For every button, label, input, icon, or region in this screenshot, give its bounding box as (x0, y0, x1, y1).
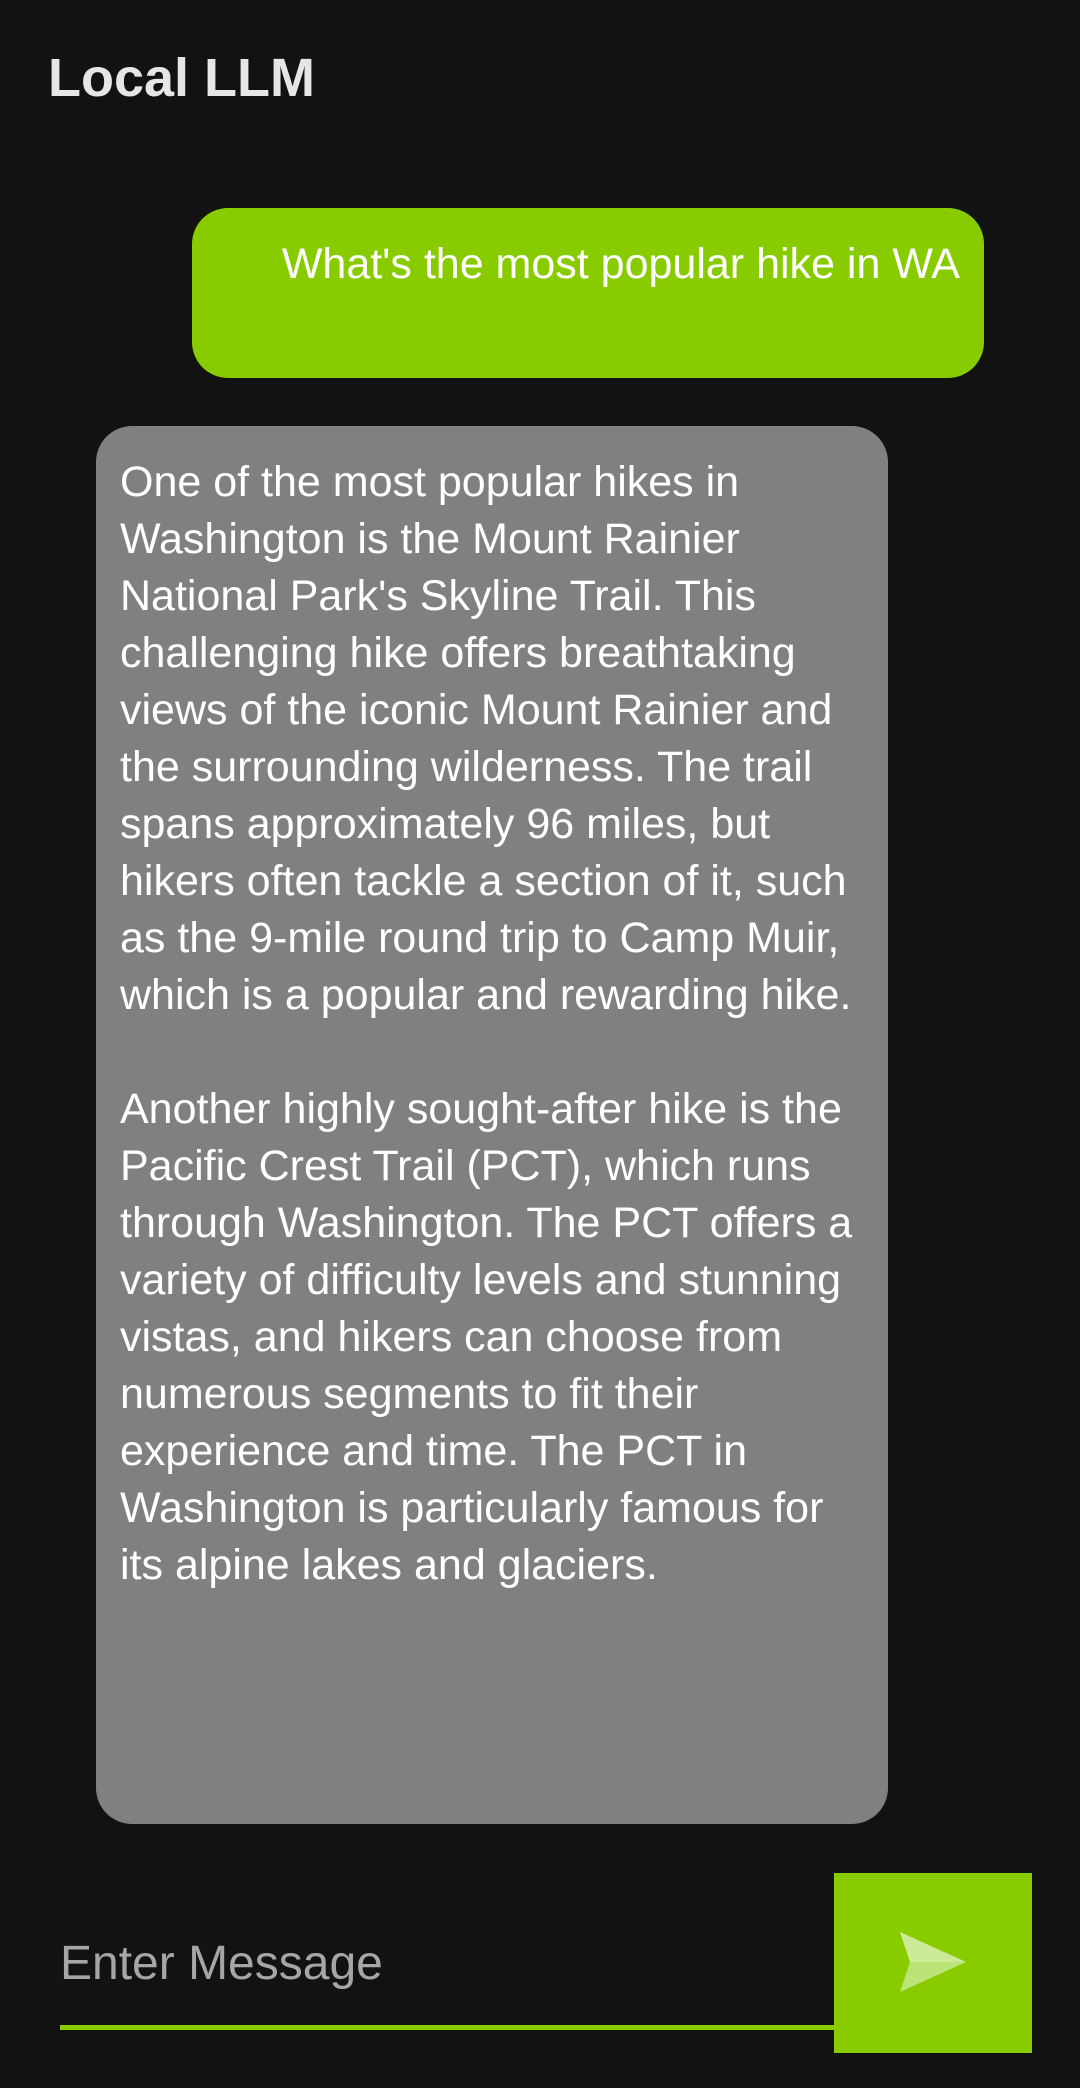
app-title: Local LLM (48, 48, 315, 108)
user-message-text: What's the most popular hike in WA (281, 240, 960, 288)
input-underline (60, 2025, 834, 2030)
send-button[interactable] (834, 1873, 1032, 2053)
send-icon (900, 1932, 966, 1992)
user-message-bubble: What's the most popular hike in WA (192, 208, 984, 378)
message-composer (0, 1873, 1080, 2053)
assistant-message-bubble: One of the most popular hikes in Washing… (96, 426, 888, 1824)
message-input[interactable] (60, 1873, 834, 2027)
